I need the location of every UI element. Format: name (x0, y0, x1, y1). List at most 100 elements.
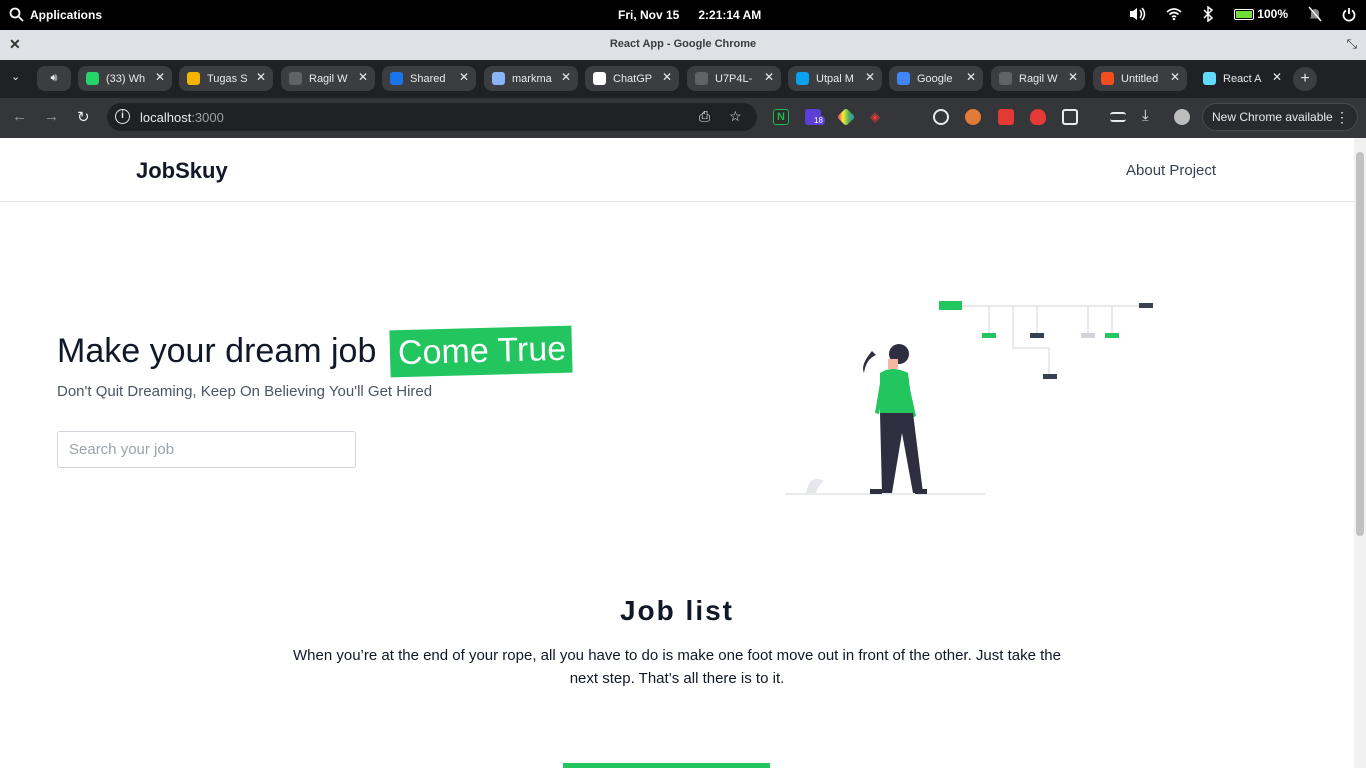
extension-target-icon[interactable] (933, 109, 949, 125)
tab-close-icon[interactable]: ✕ (561, 70, 571, 84)
download-icon[interactable]: ⤓ (1142, 107, 1158, 124)
tab-label: U7P4L- (715, 72, 753, 85)
tab-close-icon[interactable]: ✕ (1170, 70, 1180, 84)
url-host: localhost (140, 110, 192, 125)
browser-tab[interactable]: Utpal M ✕ (788, 66, 882, 91)
battery-indicator[interactable]: 100% (1234, 7, 1288, 21)
hero-subtitle: Don't Quit Dreaming, Keep On Believing Y… (57, 383, 433, 400)
volume-icon[interactable] (1128, 6, 1146, 22)
browser-tab[interactable]: Ragil W ✕ (991, 66, 1085, 91)
browser-tab[interactable]: Google ✕ (889, 66, 983, 91)
page-scrollbar[interactable] (1354, 138, 1366, 768)
extension-n-icon[interactable]: N (773, 109, 789, 125)
tab-close-icon[interactable]: ✕ (662, 70, 672, 84)
tab-label: Google (917, 72, 953, 85)
install-app-icon[interactable]: ⎙ (699, 108, 710, 125)
browser-tab[interactable]: markma ✕ (484, 66, 578, 91)
tab-close-icon[interactable]: ✕ (865, 70, 875, 84)
browser-tab[interactable]: (33) Wh ✕ (78, 66, 172, 91)
extension-red-icon[interactable] (998, 109, 1014, 125)
tab-label: Shared (410, 72, 446, 85)
extension-shield-icon[interactable] (1030, 109, 1046, 125)
tab-label: Untitled (1121, 72, 1159, 85)
reload-icon[interactable]: ↻ (77, 108, 90, 126)
tab-favicon-icon (999, 72, 1012, 85)
site-info-icon[interactable]: i (115, 109, 130, 124)
applications-menu[interactable]: Applications (9, 7, 102, 22)
speaker-icon: 🔊︎ (50, 72, 58, 84)
back-arrow-icon[interactable]: ← (12, 108, 27, 125)
window-titlebar: ✕ React App - Google Chrome ⤡ (0, 30, 1366, 60)
tab-favicon-icon (289, 72, 302, 85)
browser-tab[interactable]: Ragil W ✕ (281, 66, 375, 91)
site-navbar: JobSkuy About Project (0, 138, 1354, 202)
extension-owl-icon[interactable] (965, 109, 981, 125)
bookmark-star-icon[interactable]: ☆ (729, 108, 742, 125)
job-list-title: Job list (619, 595, 734, 626)
chrome-update-button[interactable]: New Chrome available ⋮ (1202, 103, 1358, 131)
tab-close-icon[interactable]: ✕ (764, 70, 774, 84)
audio-tab-indicator[interactable]: 🔊︎ (37, 66, 71, 91)
search-icon (9, 7, 24, 22)
clock[interactable]: Fri, Nov 15 2:21:14 AM (618, 8, 761, 22)
power-icon[interactable] (1342, 7, 1356, 22)
job-card[interactable] (563, 763, 770, 768)
about-project-link[interactable]: About Project (1126, 162, 1216, 179)
browser-tab[interactable]: ChatGP ✕ (585, 66, 679, 91)
hero-title-plain: Make your dream job (57, 332, 377, 370)
browser-tab[interactable]: React A ✕ (1195, 66, 1289, 91)
extension-badge-count: 18 (812, 116, 825, 125)
os-top-bar: Applications Fri, Nov 15 2:21:14 AM 100% (0, 0, 1366, 30)
tab-favicon-icon (1101, 72, 1114, 85)
menu-kebab-icon: ⋮ (1335, 109, 1349, 125)
extension-colorpick-icon[interactable] (836, 107, 856, 127)
job-list-description: When you’re at the end of your rope, all… (293, 647, 1061, 687)
tab-favicon-icon (897, 72, 910, 85)
bluetooth-icon[interactable] (1202, 6, 1214, 22)
browser-tab[interactable]: Shared ✕ (382, 66, 476, 91)
tab-close-icon[interactable]: ✕ (155, 70, 165, 84)
hero-title: Make your dream job Come True (57, 325, 573, 378)
notifications-muted-icon[interactable] (1308, 6, 1322, 22)
tab-close-icon[interactable]: ✕ (358, 70, 368, 84)
site-logo[interactable]: JobSkuy (136, 158, 228, 184)
hero-title-highlight: Come True (389, 325, 573, 378)
clock-time: 2:21:14 AM (698, 8, 762, 22)
address-bar[interactable]: i localhost:3000 ⎙ ☆ (107, 103, 757, 131)
tab-close-icon[interactable]: ✕ (1068, 70, 1078, 84)
tab-favicon-icon (187, 72, 200, 85)
tab-label: Utpal M (816, 72, 854, 85)
extension-badge-icon[interactable]: 18 (805, 109, 825, 125)
battery-icon (1234, 8, 1255, 20)
window-title: React App - Google Chrome (609, 38, 757, 50)
extensions-puzzle-icon[interactable] (1062, 109, 1078, 125)
tab-label: Ragil W (309, 72, 348, 85)
tab-close-icon[interactable]: ✕ (1272, 70, 1282, 84)
browser-tab[interactable]: Tugas S ✕ (179, 66, 273, 91)
tab-close-icon[interactable]: ✕ (256, 70, 266, 84)
system-tray[interactable]: 100% (1128, 6, 1356, 22)
new-tab-button[interactable]: + (1293, 67, 1317, 91)
window-restore-icon[interactable]: ⤡ (1347, 36, 1357, 52)
tab-close-icon[interactable]: ✕ (459, 70, 469, 84)
tab-label: React A (1223, 72, 1262, 85)
hero-illustration (785, 301, 1153, 495)
tab-label: Ragil W (1019, 72, 1058, 85)
extension-eye-icon[interactable]: ◈ (870, 109, 886, 125)
browser-tab[interactable]: Untitled ✕ (1093, 66, 1187, 91)
reading-list-icon[interactable] (1110, 112, 1126, 122)
tab-close-icon[interactable]: ✕ (966, 70, 976, 84)
browser-tab[interactable]: U7P4L- ✕ (687, 66, 781, 91)
tab-favicon-icon (695, 72, 708, 85)
forward-arrow-icon[interactable]: → (44, 108, 59, 125)
job-search-input[interactable] (57, 431, 356, 468)
tab-search-chevron-icon[interactable]: ⌄ (11, 70, 20, 83)
profile-avatar-icon[interactable] (1174, 109, 1190, 125)
url-text[interactable]: localhost:3000 (140, 110, 224, 125)
wifi-icon[interactable] (1166, 7, 1182, 21)
tab-favicon-icon (390, 72, 403, 85)
tab-favicon-icon (593, 72, 606, 85)
clock-date: Fri, Nov 15 (618, 8, 680, 22)
scrollbar-thumb[interactable] (1356, 152, 1364, 536)
tab-favicon-icon (796, 72, 809, 85)
